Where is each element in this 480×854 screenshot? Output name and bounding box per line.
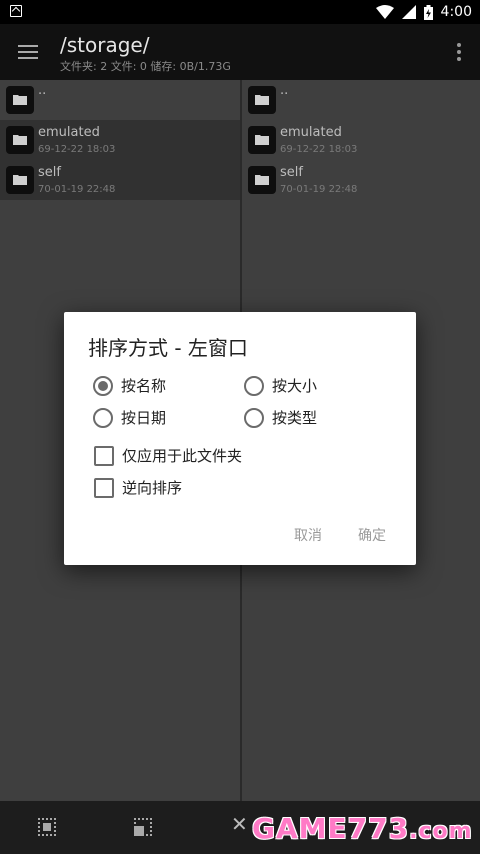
close-icon[interactable]: ✕ (231, 814, 249, 834)
option-label: 按类型 (272, 409, 318, 427)
folder-icon (6, 126, 34, 154)
file-name: emulated (38, 125, 100, 140)
menu-icon[interactable] (16, 40, 40, 64)
status-bar: 4:00 (0, 0, 480, 24)
radio-button[interactable] (93, 375, 113, 396)
checkbox-reverse[interactable]: 逆向排序 (94, 477, 182, 498)
file-date: 70-01-19 22:48 (38, 184, 116, 195)
radio-button[interactable] (93, 407, 113, 428)
radio-button[interactable] (244, 375, 264, 396)
select-all-icon[interactable] (38, 818, 56, 836)
dialog-title: 排序方式 - 左窗口 (88, 336, 248, 360)
checkbox-label: 逆向排序 (122, 479, 183, 497)
battery-icon (423, 4, 433, 20)
list-item-emulated[interactable]: emulated 69-12-22 18:03 (242, 120, 480, 160)
notification-icon (10, 5, 22, 17)
checkbox-this-folder-only[interactable]: 仅应用于此文件夹 (94, 445, 242, 466)
radio-by-type[interactable]: 按类型 (244, 407, 317, 428)
file-date: 69-12-22 18:03 (38, 144, 116, 155)
overflow-menu-icon[interactable] (456, 40, 462, 64)
file-name: .. (38, 83, 47, 98)
list-item-self[interactable]: self 70-01-19 22:48 (0, 160, 240, 200)
folder-icon (6, 86, 34, 114)
clock: 4:00 (440, 4, 472, 20)
file-name: self (38, 165, 61, 180)
wifi-icon (375, 5, 394, 19)
list-item-parent[interactable]: .. (0, 80, 240, 120)
radio-by-date[interactable]: 按日期 (93, 407, 166, 428)
file-name: emulated (280, 125, 342, 140)
checkbox[interactable] (94, 445, 114, 466)
watermark-text: GAME773 (252, 812, 410, 845)
list-item-emulated[interactable]: emulated 69-12-22 18:03 (0, 120, 240, 160)
option-label: 按日期 (121, 409, 167, 427)
option-label: 按名称 (121, 377, 167, 395)
radio-by-size[interactable]: 按大小 (244, 375, 317, 396)
file-name: .. (280, 83, 289, 98)
file-date: 69-12-22 18:03 (280, 144, 358, 155)
checkbox-label: 仅应用于此文件夹 (122, 447, 243, 465)
list-item-parent[interactable]: .. (242, 80, 480, 120)
option-label: 按大小 (272, 377, 318, 395)
folder-icon (248, 86, 276, 114)
ok-button[interactable]: 确定 (358, 525, 386, 545)
radio-button[interactable] (244, 407, 264, 428)
folder-icon (248, 166, 276, 194)
file-name: self (280, 165, 303, 180)
invert-selection-icon[interactable] (134, 818, 152, 836)
file-date: 70-01-19 22:48 (280, 184, 358, 195)
list-item-self[interactable]: self 70-01-19 22:48 (242, 160, 480, 200)
cancel-button[interactable]: 取消 (294, 525, 322, 545)
dialog-actions: 取消 确定 (294, 525, 386, 545)
folder-icon (6, 166, 34, 194)
app-toolbar: /storage/ 文件夹: 2 文件: 0 储存: 0B/1.73G (0, 24, 480, 80)
folder-icon (248, 126, 276, 154)
sort-dialog: 排序方式 - 左窗口 按名称 按大小 按日期 按类型 仅应用于此文件夹 逆向排序… (64, 312, 416, 565)
storage-summary: 文件夹: 2 文件: 0 储存: 0B/1.73G (60, 60, 231, 73)
path-title: /storage/ (60, 33, 150, 57)
watermark-logo: GAME773.com (252, 812, 473, 845)
watermark-domain: .com (409, 819, 473, 844)
radio-by-name[interactable]: 按名称 (93, 375, 166, 396)
signal-icon (401, 5, 416, 19)
checkbox[interactable] (94, 477, 114, 498)
